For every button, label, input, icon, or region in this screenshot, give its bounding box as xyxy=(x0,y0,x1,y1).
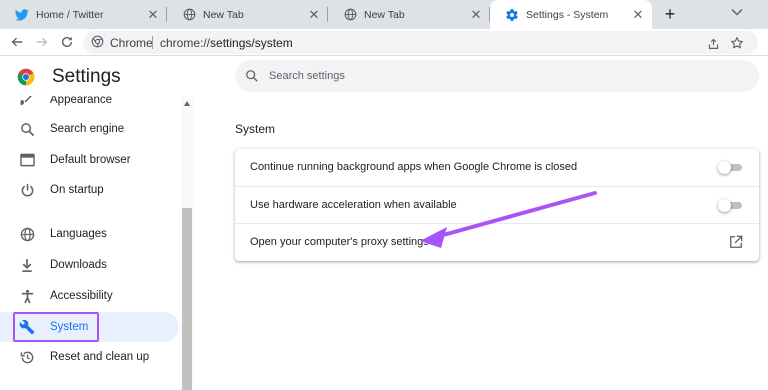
globe-icon xyxy=(19,226,35,242)
tab-home-twitter[interactable]: Home / Twitter ✕ xyxy=(0,0,167,29)
site-label: Chrome xyxy=(110,36,153,50)
sidebar-item-search-engine[interactable]: Search engine xyxy=(0,114,179,144)
search-icon xyxy=(245,69,259,83)
page-title: Settings xyxy=(52,66,121,87)
globe-icon xyxy=(343,8,357,22)
new-tab-button[interactable]: + xyxy=(660,4,680,24)
reload-icon[interactable] xyxy=(58,33,76,51)
scroll-up-arrow-icon[interactable] xyxy=(184,101,190,106)
sidebar-item-label: Appearance xyxy=(50,96,113,106)
site-info[interactable]: Chrome xyxy=(91,35,153,51)
sidebar-item-label: On startup xyxy=(50,184,104,196)
sidebar-item-on-startup[interactable]: On startup xyxy=(0,175,179,205)
share-icon[interactable] xyxy=(705,35,721,51)
toggle-knob xyxy=(718,161,731,174)
sidebar-item-label: Languages xyxy=(50,228,107,240)
tab-title: Home / Twitter xyxy=(36,8,104,21)
power-icon xyxy=(19,182,35,198)
browser-window-icon xyxy=(19,152,35,168)
back-arrow-icon[interactable] xyxy=(8,33,26,51)
accessibility-icon xyxy=(19,288,35,304)
hardware-acceleration-toggle[interactable] xyxy=(718,199,742,212)
tab-strip: Home / Twitter ✕ New Tab ✕ New Tab ✕ Set… xyxy=(0,0,768,29)
globe-icon xyxy=(182,8,196,22)
settings-gear-icon xyxy=(505,8,519,22)
tab-new-tab-2[interactable]: New Tab ✕ xyxy=(328,0,490,29)
history-icon xyxy=(19,349,35,365)
bookmark-star-icon[interactable] xyxy=(729,35,745,51)
setting-row-hardware-acceleration[interactable]: Use hardware acceleration when available xyxy=(235,186,759,223)
chrome-logo-icon xyxy=(17,68,35,86)
tab-title: New Tab xyxy=(364,8,405,21)
download-icon xyxy=(19,257,35,273)
setting-label: Open your computer's proxy settings xyxy=(250,236,429,248)
toggle-knob xyxy=(718,199,731,212)
close-tab-icon[interactable]: ✕ xyxy=(468,7,484,23)
setting-row-proxy-settings[interactable]: Open your computer's proxy settings xyxy=(235,223,759,260)
sidebar-item-languages[interactable]: Languages xyxy=(0,219,179,249)
close-tab-icon[interactable]: ✕ xyxy=(306,7,322,23)
setting-label: Continue running background apps when Go… xyxy=(250,161,578,173)
sidebar-item-appearance[interactable]: Appearance xyxy=(0,96,179,115)
palette-icon xyxy=(19,96,35,108)
sidebar-item-label: Accessibility xyxy=(50,290,113,302)
section-title: System xyxy=(235,122,276,136)
background-apps-toggle[interactable] xyxy=(718,161,742,174)
sidebar-item-default-browser[interactable]: Default browser xyxy=(0,145,179,175)
search-input[interactable] xyxy=(269,66,739,86)
sidebar-item-label: Default browser xyxy=(50,154,131,166)
omnibox[interactable]: Chrome chrome://settings/system xyxy=(83,31,758,54)
sidebar-item-label: Search engine xyxy=(50,123,125,135)
sidebar-item-downloads[interactable]: Downloads xyxy=(0,250,179,280)
search-icon xyxy=(19,121,35,137)
sidebar-item-reset[interactable]: Reset and clean up xyxy=(0,342,179,372)
url-path: settings/system xyxy=(210,36,293,50)
settings-search[interactable] xyxy=(235,60,759,92)
sidebar: Appearance Search engine Default browser… xyxy=(0,96,194,390)
chrome-icon xyxy=(91,35,104,51)
tab-title: New Tab xyxy=(203,8,244,21)
forward-arrow-icon[interactable] xyxy=(33,33,51,51)
setting-label: Use hardware acceleration when available xyxy=(250,199,457,211)
sidebar-item-system[interactable]: System xyxy=(0,312,179,342)
url-scheme: chrome:// xyxy=(160,36,211,50)
scrollbar-thumb[interactable] xyxy=(182,208,192,390)
sidebar-item-accessibility[interactable]: Accessibility xyxy=(0,281,179,311)
tab-new-tab-1[interactable]: New Tab ✕ xyxy=(167,0,328,29)
close-tab-icon[interactable]: ✕ xyxy=(630,7,646,23)
url-text[interactable]: chrome://settings/system xyxy=(160,36,293,50)
system-settings-card: Continue running background apps when Go… xyxy=(235,149,759,261)
toolbar: Chrome chrome://settings/system xyxy=(0,29,768,56)
external-link-icon[interactable] xyxy=(729,235,743,249)
twitter-icon xyxy=(15,8,29,22)
sidebar-item-label: Reset and clean up xyxy=(50,351,150,363)
close-tab-icon[interactable]: ✕ xyxy=(145,7,161,23)
setting-row-background-apps[interactable]: Continue running background apps when Go… xyxy=(235,149,759,186)
sidebar-item-label: System xyxy=(50,321,89,333)
tab-search-chevron-icon[interactable] xyxy=(729,4,745,20)
tab-title: Settings - System xyxy=(526,8,609,21)
omnibox-divider xyxy=(152,36,153,49)
sidebar-item-label: Downloads xyxy=(50,259,107,271)
wrench-icon xyxy=(19,319,35,335)
tab-settings-system[interactable]: Settings - System ✕ xyxy=(490,0,652,29)
